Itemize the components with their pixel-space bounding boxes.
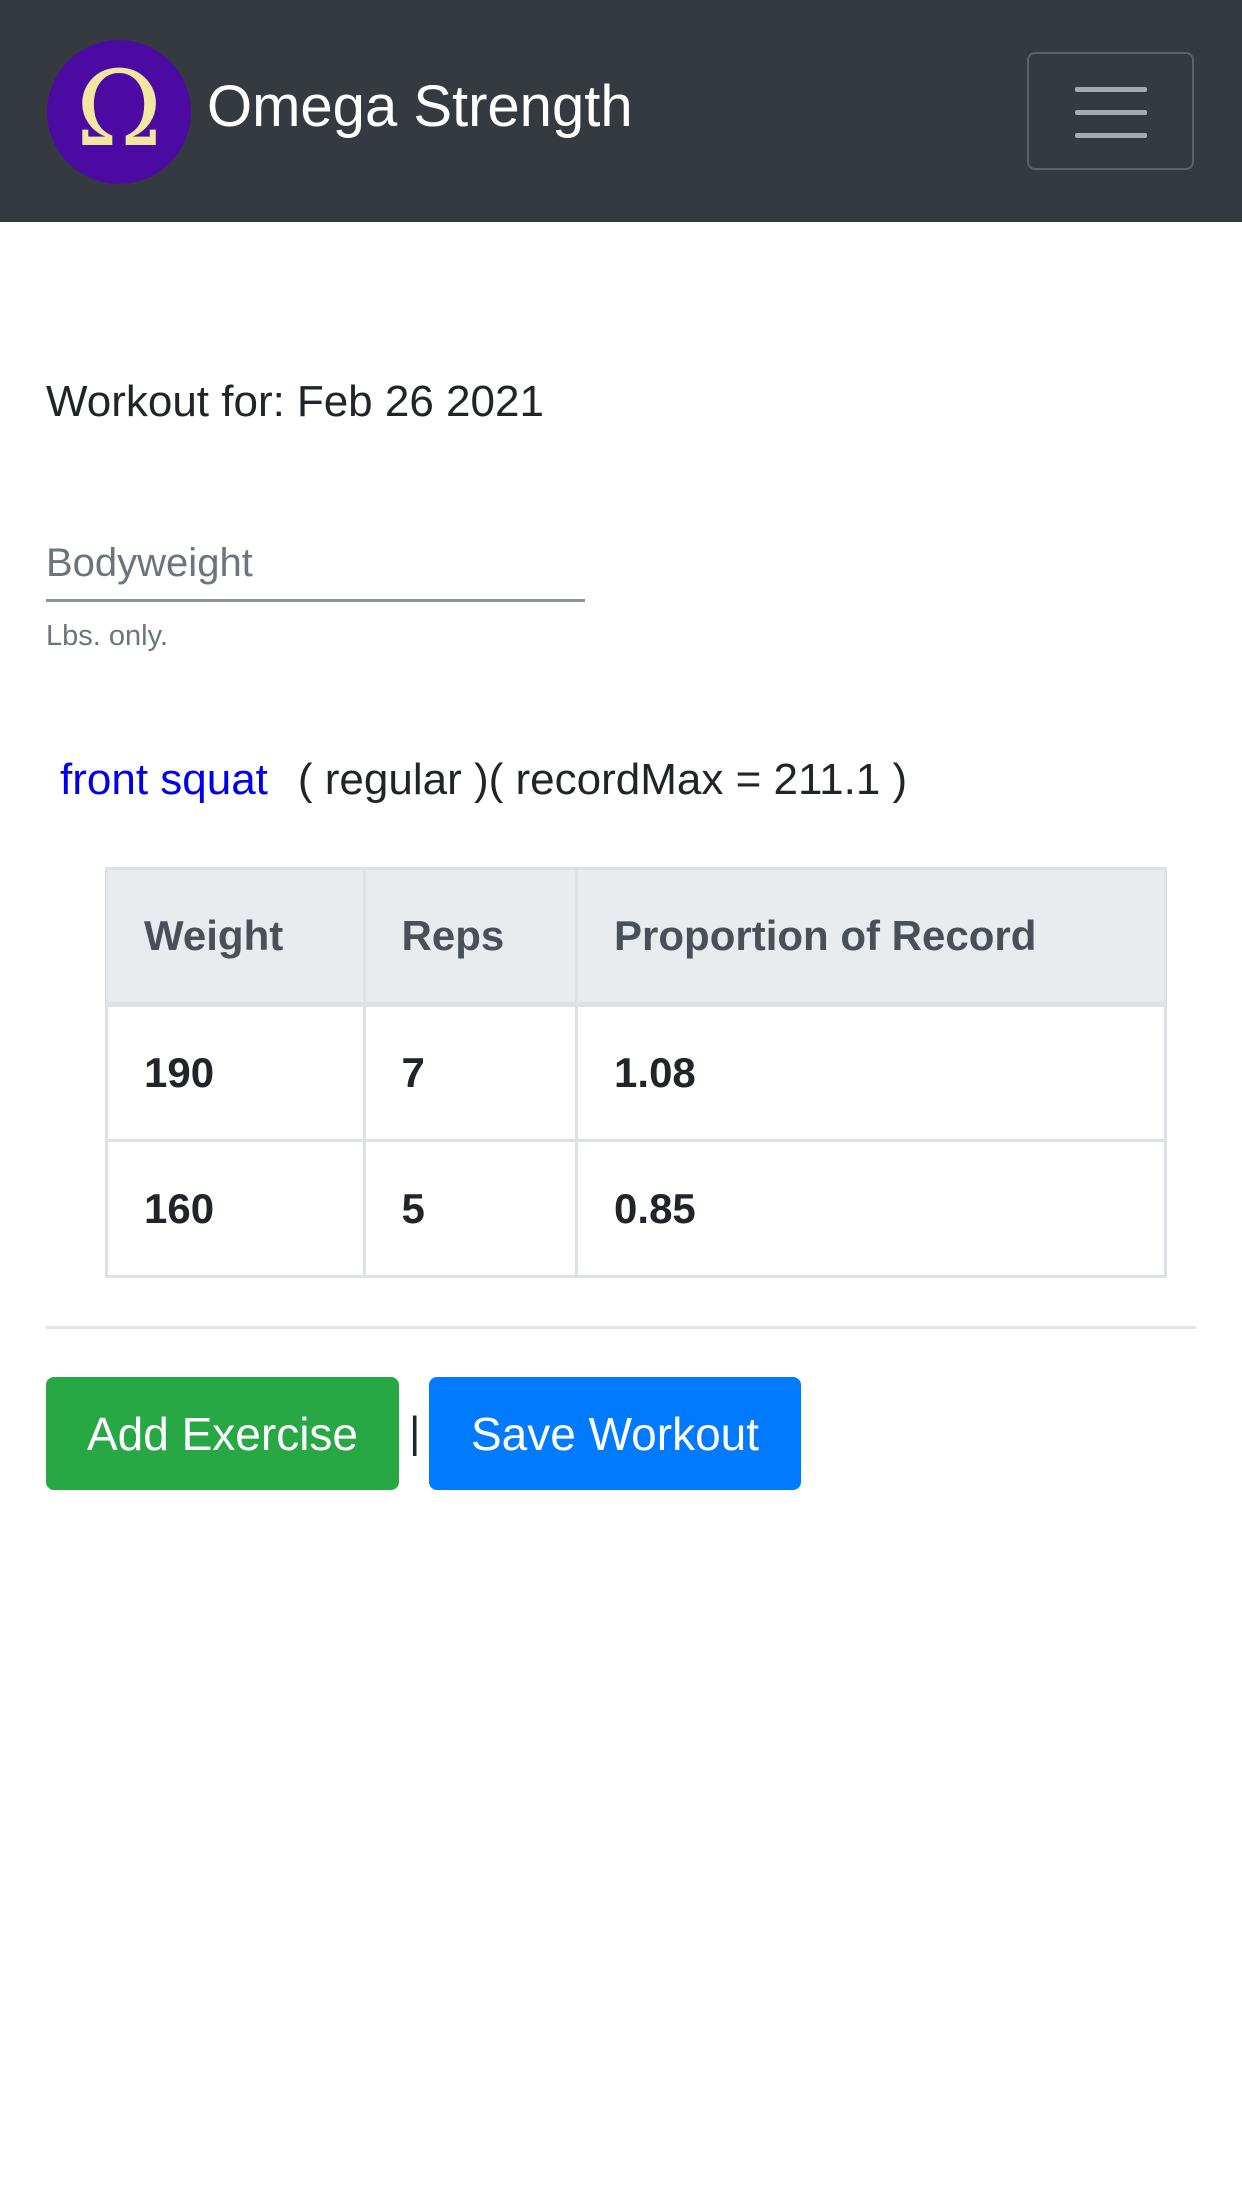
logo-glyph: Ω [75, 48, 163, 170]
exercise-name-link[interactable]: front squat [60, 755, 268, 804]
bodyweight-help-text: Lbs. only. [46, 620, 168, 652]
exercise-heading: front squat ( regular )( recordMax = 211.… [60, 752, 907, 808]
cell-weight: 190 [105, 1003, 366, 1142]
add-exercise-button[interactable]: Add Exercise [46, 1377, 399, 1490]
header-weight: Weight [105, 867, 366, 1007]
bodyweight-input[interactable] [46, 528, 585, 602]
workout-date: Workout for: Feb 26 2021 [46, 374, 544, 430]
omega-logo-icon[interactable]: Ω [47, 40, 191, 184]
navbar: Ω Omega Strength [0, 0, 1242, 222]
table-row: 190 7 1.08 [105, 1003, 1167, 1142]
cell-proportion: 1.08 [575, 1003, 1167, 1142]
workout-date-value: Feb 26 2021 [296, 377, 544, 426]
table-header-row: Weight Reps Proportion of Record [105, 867, 1167, 1007]
cell-weight: 160 [105, 1139, 366, 1278]
header-reps: Reps [362, 867, 579, 1007]
divider [46, 1326, 1196, 1329]
cell-reps: 5 [362, 1139, 579, 1278]
exercise-meta: ( regular )( recordMax = 211.1 ) [297, 755, 908, 804]
cell-reps: 7 [362, 1003, 579, 1142]
menu-toggle-button[interactable] [1027, 52, 1194, 170]
sets-table: Weight Reps Proportion of Record 190 7 1… [105, 867, 1167, 1278]
brand-name[interactable]: Omega Strength [207, 72, 633, 142]
table-row: 160 5 0.85 [105, 1139, 1167, 1278]
save-workout-button[interactable]: Save Workout [429, 1377, 801, 1490]
workout-date-label: Workout for: [46, 377, 285, 426]
header-proportion: Proportion of Record [575, 867, 1167, 1007]
cell-proportion: 0.85 [575, 1139, 1167, 1278]
button-separator: | [409, 1408, 421, 1457]
